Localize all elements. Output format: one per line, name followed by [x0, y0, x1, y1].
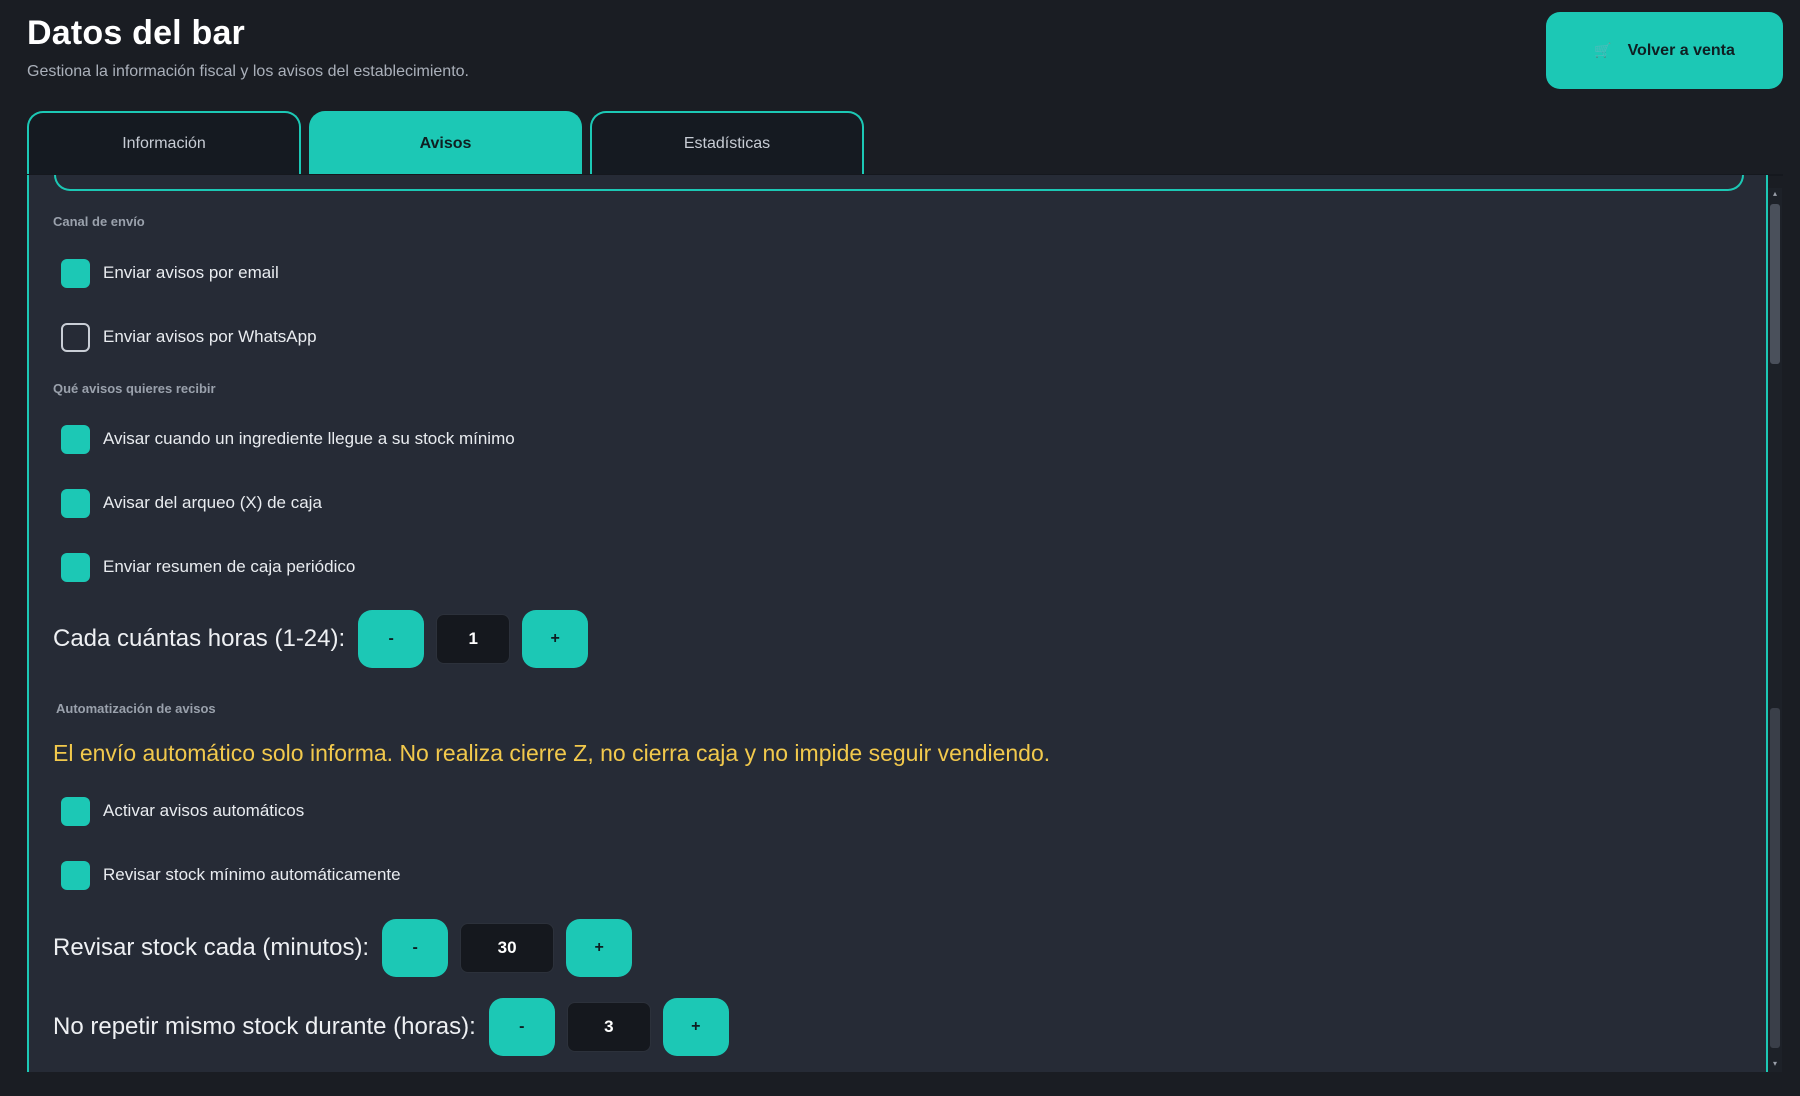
no-repeat-stepper: No repetir mismo stock durante (horas): …: [53, 997, 729, 1057]
section-label-alerts: Qué avisos quieres recibir: [53, 381, 216, 396]
auto-alerts-checkbox[interactable]: [61, 796, 90, 826]
hours-increment-button[interactable]: +: [522, 610, 589, 668]
automation-warning: El envío automático solo informa. No rea…: [53, 740, 1051, 766]
email-alerts-label: Enviar avisos por email: [103, 263, 279, 282]
auto-stock-check-checkbox[interactable]: [61, 860, 90, 890]
tab-avisos[interactable]: Avisos: [309, 111, 582, 175]
stock-minutes-increment-button[interactable]: +: [566, 919, 633, 977]
whatsapp-alerts-checkbox-row[interactable]: Enviar avisos por WhatsApp: [61, 322, 317, 352]
cash-summary-alert-checkbox[interactable]: [61, 552, 90, 582]
hours-value-input[interactable]: 1: [436, 614, 511, 664]
hours-decrement-button[interactable]: -: [358, 610, 425, 668]
min-stock-alert-label: Avisar cuando un ingrediente llegue a su…: [103, 429, 515, 448]
auto-alerts-row[interactable]: Activar avisos automáticos: [61, 796, 304, 826]
scrollbar-track: [1770, 708, 1780, 1048]
page-title: Datos del bar: [27, 14, 245, 52]
panel-inner-frame: [54, 175, 1744, 191]
tab-informacion[interactable]: Información: [27, 111, 301, 175]
stock-minutes-decrement-button[interactable]: -: [382, 919, 449, 977]
stock-minutes-label: Revisar stock cada (minutos):: [53, 934, 370, 961]
section-label-automation: Automatización de avisos: [56, 701, 216, 716]
page-subtitle: Gestiona la información fiscal y los avi…: [27, 63, 469, 80]
whatsapp-alerts-checkbox[interactable]: [61, 322, 90, 352]
cart-icon: 🛒: [1594, 42, 1612, 58]
auto-alerts-label: Activar avisos automáticos: [103, 801, 305, 820]
min-stock-alert-checkbox[interactable]: [61, 424, 90, 454]
no-repeat-label: No repetir mismo stock durante (horas):: [53, 1013, 476, 1040]
bottom-strip: [0, 1072, 1800, 1096]
panel-scrollbar[interactable]: ▴ ▾: [1768, 188, 1782, 1072]
cash-count-alert-label: Avisar del arqueo (X) de caja: [103, 493, 322, 512]
auto-stock-check-label: Revisar stock mínimo automáticamente: [103, 865, 401, 884]
no-repeat-decrement-button[interactable]: -: [488, 998, 555, 1056]
no-repeat-value-input[interactable]: 3: [566, 1002, 651, 1052]
auto-stock-check-row[interactable]: Revisar stock mínimo automáticamente: [61, 860, 401, 890]
settings-page: Datos del bar Gestiona la información fi…: [0, 0, 1800, 1096]
scroll-down-arrow-icon[interactable]: ▾: [1771, 1060, 1779, 1068]
cash-summary-alert-label: Enviar resumen de caja periódico: [103, 557, 356, 576]
whatsapp-alerts-label: Enviar avisos por WhatsApp: [103, 327, 317, 346]
hours-stepper: Cada cuántas horas (1-24): - 1 +: [53, 609, 589, 669]
scrollbar-thumb[interactable]: [1770, 204, 1780, 364]
scroll-up-arrow-icon[interactable]: ▴: [1771, 190, 1779, 198]
stock-minutes-value-input[interactable]: 30: [460, 923, 555, 973]
section-label-channel: Canal de envío: [53, 214, 145, 229]
email-alerts-checkbox-row[interactable]: Enviar avisos por email: [61, 258, 279, 288]
back-to-sales-label: Volver a venta: [1627, 41, 1735, 59]
tab-estadisticas[interactable]: Estadísticas: [590, 111, 864, 175]
hours-stepper-label: Cada cuántas horas (1-24):: [53, 625, 346, 652]
cash-summary-alert-row[interactable]: Enviar resumen de caja periódico: [61, 552, 355, 582]
stock-minutes-stepper: Revisar stock cada (minutos): - 30 +: [53, 918, 633, 978]
tab-bar: Información Avisos Estadísticas: [27, 111, 1783, 175]
min-stock-alert-row[interactable]: Avisar cuando un ingrediente llegue a su…: [61, 424, 515, 454]
no-repeat-increment-button[interactable]: +: [662, 998, 729, 1056]
back-to-sales-button[interactable]: 🛒 Volver a venta: [1546, 12, 1783, 89]
cash-count-alert-checkbox[interactable]: [61, 488, 90, 518]
cash-count-alert-row[interactable]: Avisar del arqueo (X) de caja: [61, 488, 322, 518]
email-alerts-checkbox[interactable]: [61, 258, 90, 288]
